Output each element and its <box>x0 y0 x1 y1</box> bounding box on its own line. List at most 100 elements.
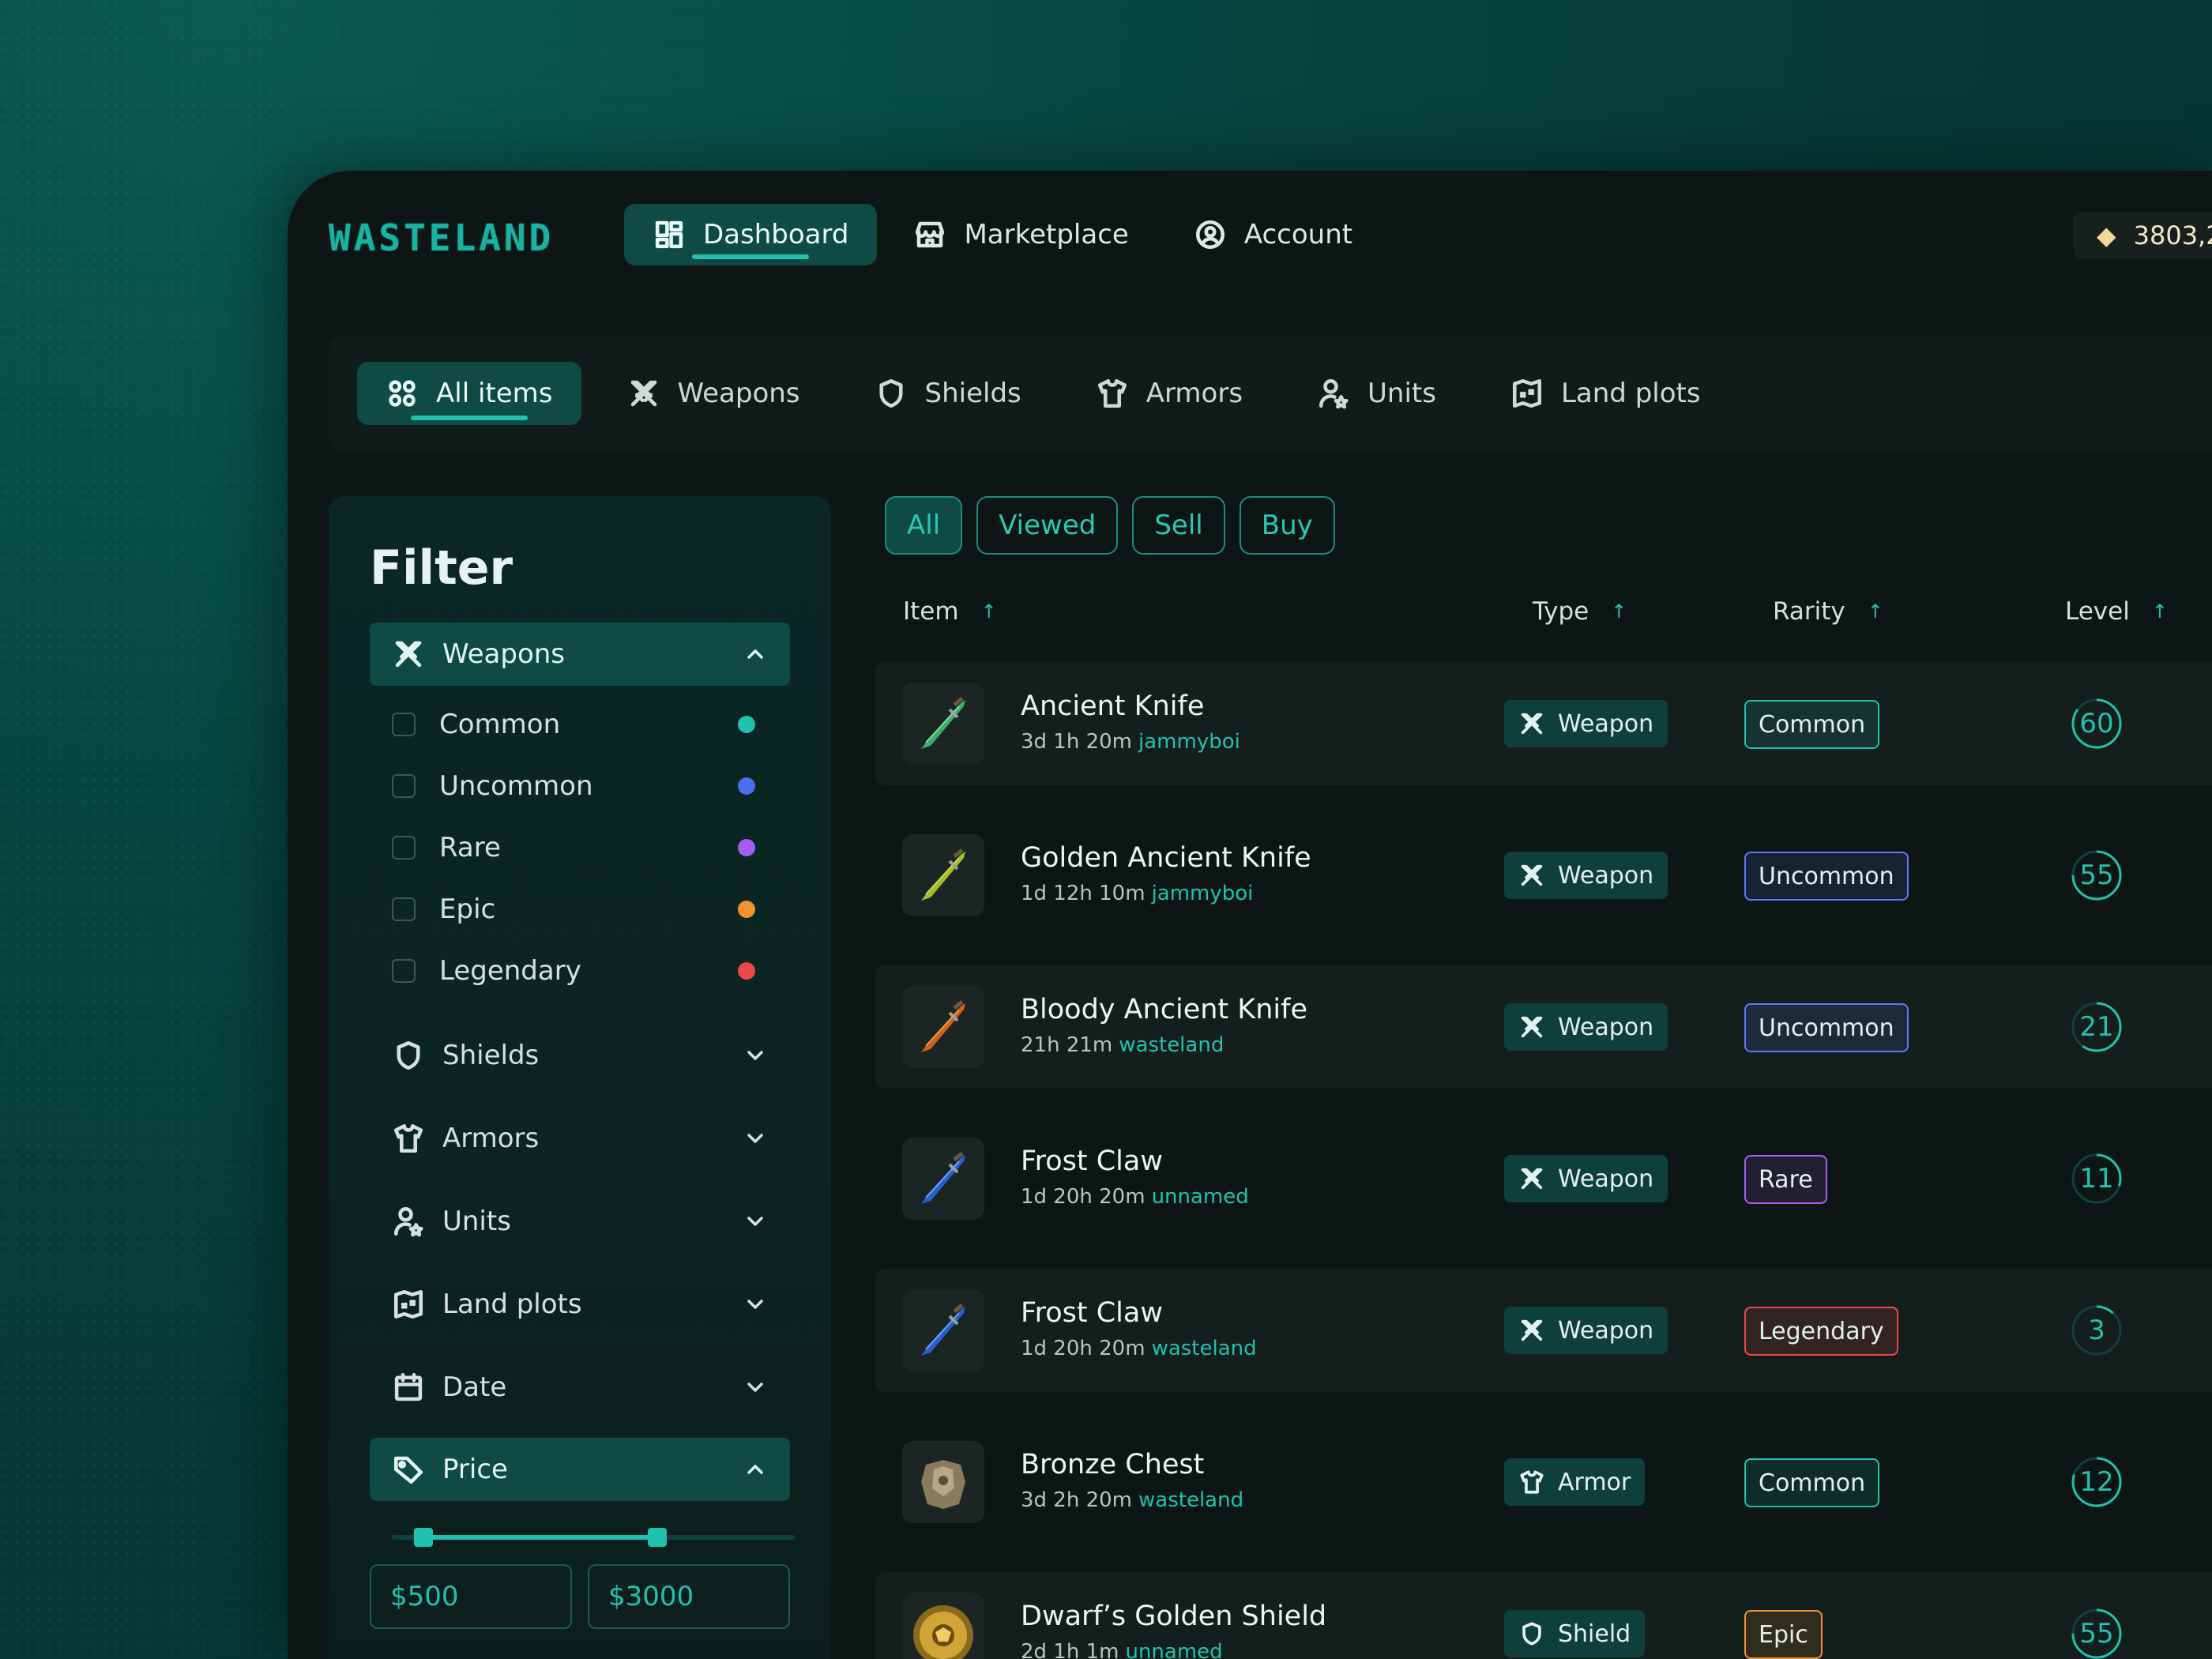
type-label: Weapon <box>1558 709 1654 738</box>
column-level[interactable]: Level ↑ <box>2065 597 2168 626</box>
map-icon <box>393 1289 423 1319</box>
seller-link[interactable]: unnamed <box>1152 1185 1249 1209</box>
chip-sell[interactable]: Sell <box>1132 496 1225 555</box>
rarity-badge: Epic <box>1744 1610 1823 1659</box>
item-thumbnail <box>902 986 984 1068</box>
filter-section-armors-label: Armors <box>442 1123 540 1154</box>
seller-link[interactable]: wasteland <box>1138 1488 1243 1512</box>
chevron-down-icon <box>747 1300 763 1309</box>
rarity-badge: Common <box>1744 700 1880 749</box>
column-type[interactable]: Type ↑ <box>1533 597 1627 626</box>
checkbox[interactable] <box>392 897 416 921</box>
chip-all[interactable]: All <box>885 496 963 555</box>
item-name: Bloody Ancient Knife <box>1021 994 1307 1025</box>
item-time-left: 3d 1h 20m <box>1021 730 1133 754</box>
nav-account[interactable]: Account <box>1165 204 1381 265</box>
rarity-option-epic[interactable]: Epic <box>392 890 755 929</box>
filter-section-date[interactable]: Date <box>370 1356 790 1419</box>
checkbox[interactable] <box>392 836 416 860</box>
nav-dashboard-label: Dashboard <box>703 219 849 250</box>
filter-section-land-plots[interactable]: Land plots <box>370 1273 790 1336</box>
rarity-option-common[interactable]: Common <box>392 705 755 744</box>
column-rarity-label: Rarity <box>1773 597 1845 626</box>
slider-min-handle[interactable] <box>414 1528 433 1547</box>
rarity-badge: Uncommon <box>1744 852 1909 901</box>
price-max-input[interactable] <box>588 1564 790 1629</box>
crossed-swords-icon <box>1521 713 1543 735</box>
item-name: Golden Ancient Knife <box>1021 842 1311 874</box>
column-item[interactable]: Item ↑ <box>903 597 997 626</box>
table-row[interactable]: Dwarf’s Golden Shield 2d 1h 1m unnamed Shie… <box>875 1572 2212 1659</box>
item-meta: 3d 1h 20m jammyboi <box>1021 730 1240 754</box>
table-row[interactable]: Ancient Knife 3d 1h 20m jammyboi Weapon Comm… <box>875 662 2212 785</box>
filter-section-date-label: Date <box>442 1371 507 1403</box>
filter-section-weapons-label: Weapons <box>442 638 566 670</box>
price-min-input[interactable] <box>370 1564 572 1629</box>
slider-max-handle[interactable] <box>648 1528 667 1547</box>
rarity-label: Uncommon <box>439 770 593 802</box>
table-header: Item ↑ Type ↑ Rarity ↑ Level ↑ <box>288 597 2212 637</box>
nav-marketplace[interactable]: Marketplace <box>885 204 1157 265</box>
filter-section-units[interactable]: Units <box>370 1190 790 1253</box>
filter-section-price[interactable]: Price <box>370 1438 790 1501</box>
item-meta: 1d 12h 10m jammyboi <box>1021 882 1253 905</box>
crossed-swords-icon <box>1521 864 1543 886</box>
tab-all-items[interactable]: All items <box>357 362 581 425</box>
item-thumbnail <box>902 1138 984 1220</box>
table-row[interactable]: Frost Claw 1d 20h 20m unnamed Weapon Rare 11 <box>875 1117 2212 1240</box>
rarity-option-rare[interactable]: Rare <box>392 828 755 867</box>
category-bar: All items Weapons Shields Armors Units L… <box>329 335 2212 452</box>
seller-link[interactable]: jammyboi <box>1152 882 1254 905</box>
level-indicator: 11 <box>2070 1152 2124 1206</box>
table-row[interactable]: Golden Ancient Knife 1d 12h 10m jammyboi We… <box>875 814 2212 937</box>
level-value: 21 <box>2079 1011 2114 1043</box>
store-icon <box>916 221 945 248</box>
type-label: Weapon <box>1558 1164 1654 1193</box>
table-row[interactable]: Frost Claw 1d 20h 20m wasteland Weapon Legen… <box>875 1269 2212 1392</box>
filter-section-shields[interactable]: Shields <box>370 1024 790 1087</box>
rarity-dot <box>738 716 755 733</box>
seller-link[interactable]: jammyboi <box>1138 730 1240 754</box>
chevron-up-icon <box>747 649 763 659</box>
view-filter-chips: All Viewed Sell Buy <box>885 496 1335 555</box>
tab-shields-label: Shields <box>924 378 1021 409</box>
grid-icon <box>389 380 416 407</box>
filter-section-armors[interactable]: Armors <box>370 1107 790 1170</box>
rarity-option-uncommon[interactable]: Uncommon <box>392 766 755 806</box>
tab-units[interactable]: Units <box>1288 362 1465 425</box>
chip-viewed[interactable]: Viewed <box>976 496 1119 555</box>
seller-link[interactable]: wasteland <box>1152 1337 1257 1360</box>
table-row[interactable]: Bloody Ancient Knife 21h 21m wasteland Weap… <box>875 965 2212 1089</box>
column-rarity[interactable]: Rarity ↑ <box>1773 597 1883 626</box>
seller-link[interactable]: wasteland <box>1119 1033 1224 1057</box>
shirt-icon <box>393 1123 423 1153</box>
app-logo[interactable]: WASTELAND <box>329 216 554 259</box>
rarity-badge: Common <box>1744 1458 1880 1507</box>
nav-dashboard[interactable]: Dashboard <box>624 204 878 265</box>
price-range-slider[interactable] <box>392 1525 795 1550</box>
rarity-option-legendary[interactable]: Legendary <box>392 951 755 991</box>
table-row[interactable]: Bronze Chest 3d 2h 20m wasteland Armor Commo… <box>875 1420 2212 1544</box>
tab-armors[interactable]: Armors <box>1067 362 1271 425</box>
item-thumbnail <box>902 1441 984 1523</box>
item-name: Frost Claw <box>1021 1146 1163 1177</box>
rarity-label: Rare <box>439 832 501 863</box>
item-time-left: 21h 21m <box>1021 1033 1113 1057</box>
chip-buy[interactable]: Buy <box>1239 496 1335 555</box>
tab-land-plots[interactable]: Land plots <box>1482 362 1729 425</box>
top-navigation: Dashboard Marketplace Account <box>624 204 1381 265</box>
item-name: Frost Claw <box>1021 1297 1163 1329</box>
checkbox[interactable] <box>392 774 416 798</box>
wallet-balance[interactable]: ◆ 3803,21 <box>2073 212 2212 259</box>
level-value: 11 <box>2079 1163 2114 1194</box>
seller-link[interactable]: unnamed <box>1125 1640 1222 1659</box>
filter-section-land-plots-label: Land plots <box>442 1288 582 1320</box>
item-meta: 1d 20h 20m unnamed <box>1021 1185 1249 1209</box>
checkbox[interactable] <box>392 959 416 983</box>
item-meta: 3d 2h 20m wasteland <box>1021 1488 1243 1512</box>
checkbox[interactable] <box>392 713 416 736</box>
sort-arrow-icon: ↑ <box>2151 600 2168 623</box>
tab-shields[interactable]: Shields <box>846 362 1050 425</box>
app-window: WASTELAND Dashboard Marketplace Account … <box>288 171 2212 1659</box>
tab-weapons[interactable]: Weapons <box>599 362 829 425</box>
